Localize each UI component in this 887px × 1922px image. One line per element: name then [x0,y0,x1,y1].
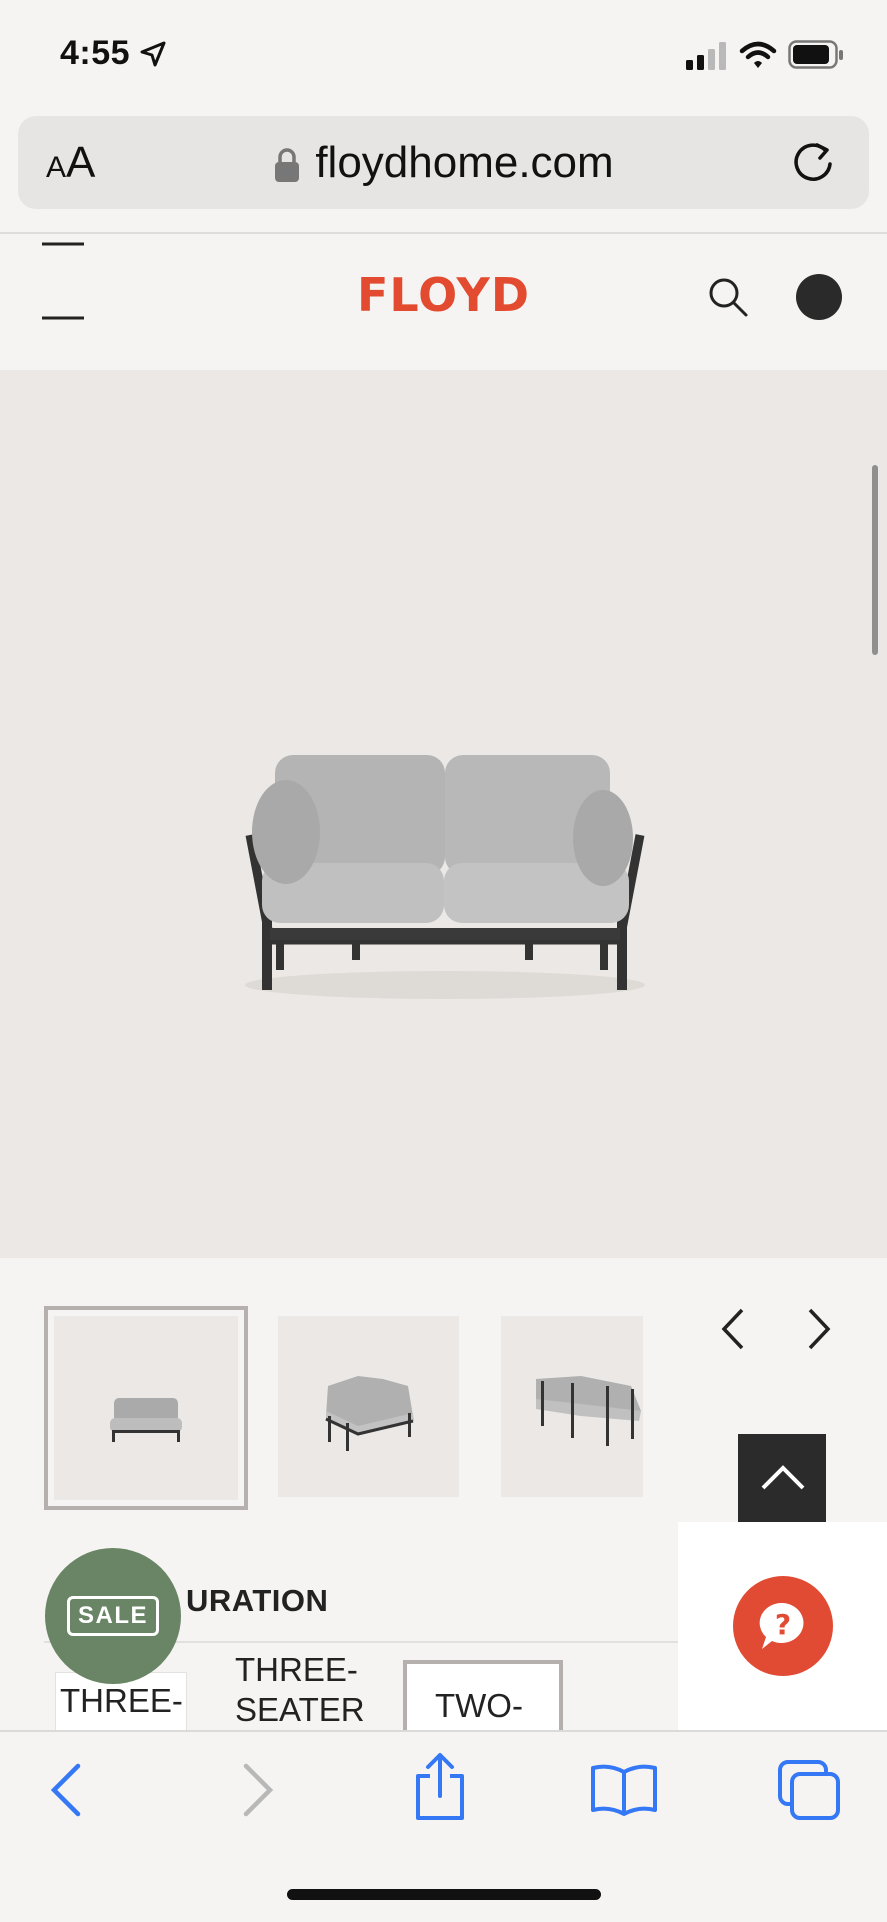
chevron-left-icon[interactable] [716,1306,750,1352]
config-option-2-label: THREE- SEATER [235,1651,365,1728]
configuration-heading: URATION [186,1583,328,1619]
location-arrow-icon [140,41,166,66]
lock-icon [275,148,300,183]
account-icon[interactable] [796,274,842,320]
wifi-icon [739,41,777,68]
status-time-group: 4:55 [60,34,168,73]
forward-icon[interactable] [238,1762,278,1818]
bookmarks-icon[interactable] [589,1762,659,1816]
home-indicator [287,1889,601,1900]
battery-icon [788,40,843,69]
help-icon: ? [759,1602,804,1649]
back-icon[interactable] [46,1762,86,1818]
help-button[interactable]: ? [733,1576,833,1676]
thumbnail-3-sofa [536,1376,641,1446]
back-to-top-button[interactable] [738,1434,826,1522]
sale-badge-label: SALE [66,1596,159,1636]
thumbnail-1[interactable] [44,1306,248,1510]
url-display[interactable]: floydhome.com [0,138,887,188]
sale-badge[interactable]: SALE [45,1548,181,1684]
url-text: floydhome.com [315,138,614,187]
thumbnail-3[interactable] [501,1316,643,1497]
thumbnail-2[interactable] [278,1316,459,1497]
floyd-logo[interactable]: FLOYD [0,268,887,322]
config-option-3-label: TWO- [435,1687,523,1724]
thumbnail-1-image [54,1316,238,1500]
svg-text:?: ? [775,1608,791,1641]
config-option-3[interactable]: TWO- [403,1660,563,1736]
signal-icon [686,42,726,70]
thumbnail-1-sofa [110,1398,182,1442]
scroll-indicator[interactable] [872,465,878,655]
share-icon[interactable] [412,1752,468,1822]
thumbnail-2-sofa [325,1376,414,1451]
chevron-up-icon [761,1465,805,1490]
configuration-heading-text: URATION [186,1583,329,1618]
status-time: 4:55 [60,34,131,72]
tabs-icon[interactable] [776,1758,842,1822]
config-option-2[interactable]: THREE- SEATER [235,1650,370,1732]
reload-icon[interactable] [789,138,837,186]
sofa-image [245,755,645,999]
search-icon[interactable] [707,276,749,318]
chevron-right-icon[interactable] [802,1306,836,1352]
